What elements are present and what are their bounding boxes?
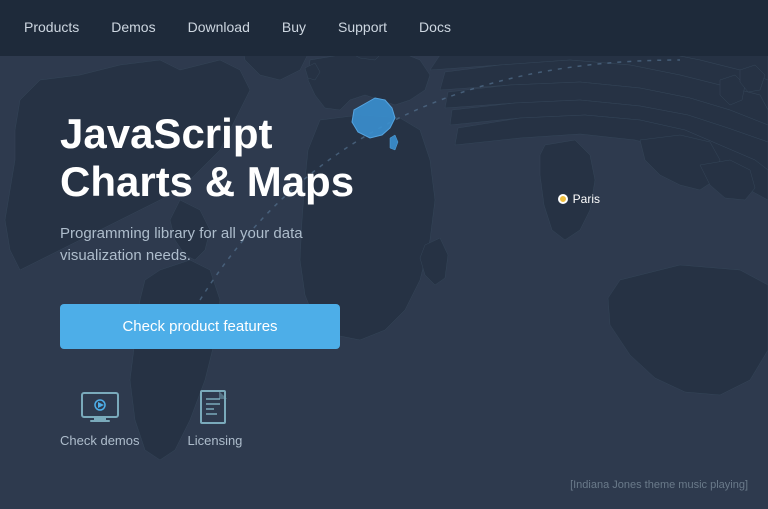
nav-link-demos[interactable]: Demos xyxy=(111,19,155,35)
nav-item-docs[interactable]: Docs xyxy=(419,19,451,37)
check-demos-label: Check demos xyxy=(60,433,139,448)
nav-link-docs[interactable]: Docs xyxy=(419,19,451,35)
indiana-note: [Indiana Jones theme music playing] xyxy=(570,479,748,491)
paris-label: Paris xyxy=(558,192,600,206)
licensing-label: Licensing xyxy=(187,433,242,448)
nav-link-products[interactable]: Products xyxy=(24,19,79,35)
hero-title: JavaScript Charts & Maps xyxy=(60,110,354,207)
bottom-links: Check demos Licensing xyxy=(60,389,354,448)
paris-dot xyxy=(558,194,568,204)
nav-link-buy[interactable]: Buy xyxy=(282,19,306,35)
licensing-link[interactable]: Licensing xyxy=(187,389,242,448)
nav-item-buy[interactable]: Buy xyxy=(282,19,306,37)
nav-item-demos[interactable]: Demos xyxy=(111,19,155,37)
monitor-icon xyxy=(78,389,122,425)
nav-link-support[interactable]: Support xyxy=(338,19,387,35)
paris-text: Paris xyxy=(573,192,600,206)
check-demos-link[interactable]: Check demos xyxy=(60,389,139,448)
nav-item-support[interactable]: Support xyxy=(338,19,387,37)
navbar: AMCHARTS Products Demos Download Buy xyxy=(0,0,768,56)
nav-item-download[interactable]: Download xyxy=(188,19,250,37)
hero-section: Paris AMCHARTS Products Demos Download xyxy=(0,0,768,509)
hero-subtitle: Programming library for all your data vi… xyxy=(60,223,340,268)
hero-content: JavaScript Charts & Maps Programming lib… xyxy=(60,110,354,448)
nav-links: Products Demos Download Buy Support Docs xyxy=(0,0,768,56)
nav-link-download[interactable]: Download xyxy=(188,19,250,35)
cta-button[interactable]: Check product features xyxy=(60,304,340,349)
document-icon xyxy=(193,389,237,425)
nav-item-products[interactable]: Products xyxy=(24,19,79,37)
